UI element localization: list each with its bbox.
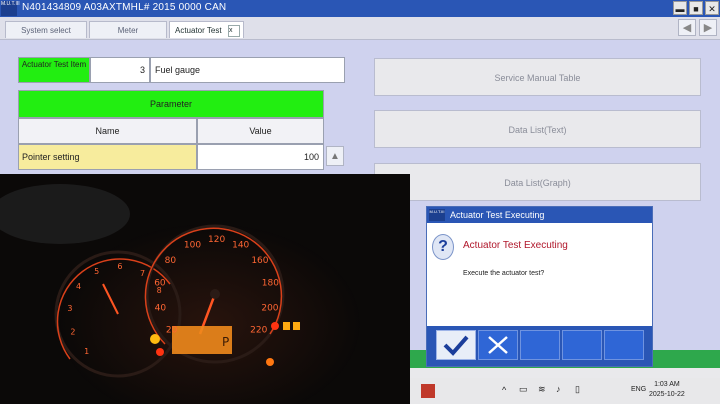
rpm-tick-label: 7 [140, 269, 145, 278]
dialog-title: Actuator Test Executing [450, 210, 545, 220]
instrument-cluster-photo: P 20 40 60 80 100 120 140 160 180 200 220 12345678 [0, 174, 410, 404]
actuator-test-dialog: M.U.T.III Actuator Test Executing ? Actu… [426, 206, 653, 367]
tab-next-button[interactable]: ▶ [699, 19, 717, 36]
minimize-button[interactable]: ▬ [673, 1, 687, 15]
dialog-empty-button-3[interactable] [604, 330, 644, 360]
actuator-item-name: Fuel gauge [155, 65, 201, 75]
tab-label: Actuator Test [175, 26, 222, 35]
taskbar-app-icon[interactable] [421, 384, 435, 398]
close-window-button[interactable]: ✕ [705, 1, 719, 15]
speed-tick-label: 40 [155, 303, 167, 313]
scroll-up-button[interactable]: ▲ [326, 146, 344, 166]
rpm-tick-label: 1 [84, 347, 89, 356]
tab-actuator-test[interactable]: Actuator Test x [169, 21, 244, 38]
wifi-icon[interactable]: ≋ [538, 384, 546, 395]
actuator-item-select[interactable]: Fuel gauge [150, 57, 345, 83]
rpm-tick-label: 6 [117, 262, 122, 271]
question-icon: ? [432, 234, 454, 260]
battery-warning-icon [271, 322, 279, 330]
tab-close-button[interactable]: x [228, 25, 240, 37]
parameter-row-value[interactable]: 100 [197, 144, 324, 170]
chevron-up-icon[interactable]: ^ [502, 385, 506, 395]
x-icon [488, 336, 508, 354]
speed-tick-label: 160 [251, 256, 268, 266]
checkmark-icon [443, 335, 469, 356]
dialog-button-bar [427, 326, 652, 366]
rpm-tick-label: 5 [94, 267, 99, 276]
battery-icon[interactable]: ▯ [575, 384, 580, 395]
tab-system-select[interactable]: System select [5, 21, 87, 38]
volume-icon[interactable]: ♪ [556, 384, 561, 394]
parameter-header: Parameter [18, 90, 324, 118]
data-list-text-button[interactable]: Data List(Text) [374, 110, 701, 148]
speed-tick-label: 220 [250, 325, 267, 335]
tab-label: Meter [117, 26, 139, 35]
speed-tick-label: 80 [165, 256, 177, 266]
speed-tick-label: 180 [262, 279, 279, 289]
speed-tick-label: 100 [184, 241, 201, 251]
parameter-row-name[interactable]: Pointer setting [18, 144, 197, 170]
tab-prev-button[interactable]: ◀ [678, 19, 696, 36]
dialog-logo: M.U.T.III [429, 209, 445, 221]
clock-date: 2025-10-22 [649, 391, 685, 398]
column-header-name: Name [18, 118, 197, 144]
tab-meter[interactable]: Meter [89, 21, 167, 38]
dialog-title-bar: M.U.T.III Actuator Test Executing [427, 207, 652, 223]
speed-tick-label: 20 [166, 325, 178, 335]
maximize-button[interactable]: ■ [689, 1, 703, 15]
dialog-heading: Actuator Test Executing [463, 240, 568, 251]
door-warning-icon [293, 322, 300, 330]
ok-button[interactable] [436, 330, 476, 360]
app-logo: M.U.T.III [1, 1, 20, 16]
brake-warning-icon [156, 348, 164, 356]
network-icon[interactable]: ▭ [519, 384, 528, 395]
cancel-button[interactable] [478, 330, 518, 360]
speed-tick-label: 140 [232, 241, 249, 251]
service-manual-table-button[interactable]: Service Manual Table [374, 58, 701, 96]
rpm-tick-label: 8 [157, 286, 162, 295]
rpm-tick-label: 4 [76, 282, 81, 291]
column-header-value: Value [197, 118, 324, 144]
actuator-item-label: Actuator Test Item [18, 57, 90, 83]
language-indicator[interactable]: ENG [631, 386, 646, 393]
window-title: N401434809 A03AXTMHL# 2015 0000 CAN [22, 2, 227, 13]
tab-label: System select [21, 26, 71, 35]
gear-indicator: P [222, 335, 229, 349]
instrument-cluster-drawing: P 20406080100120140160180200220 12345678 [0, 174, 410, 404]
engine-warning-icon [266, 358, 274, 366]
actuator-item-number: 3 [90, 57, 150, 83]
dialog-message: Execute the actuator test? [463, 270, 545, 277]
clock-time: 1:03 AM [654, 381, 680, 388]
rpm-tick-label: 3 [67, 304, 72, 313]
speed-tick-label: 120 [208, 235, 225, 245]
taskbar-clock[interactable]: 1:03 AM 2025-10-22 [649, 380, 685, 400]
data-list-graph-button[interactable]: Data List(Graph) [374, 163, 701, 201]
warning-light-icon [150, 334, 160, 344]
dialog-empty-button-1[interactable] [520, 330, 560, 360]
rpm-tick-label: 2 [70, 328, 75, 337]
tab-bar: System select Meter Actuator Test x ◀ ▶ [0, 17, 720, 40]
dialog-empty-button-2[interactable] [562, 330, 602, 360]
seatbelt-warning-icon [283, 322, 290, 330]
title-bar: M.U.T.III N401434809 A03AXTMHL# 2015 000… [0, 0, 720, 17]
speed-tick-label: 200 [261, 303, 278, 313]
